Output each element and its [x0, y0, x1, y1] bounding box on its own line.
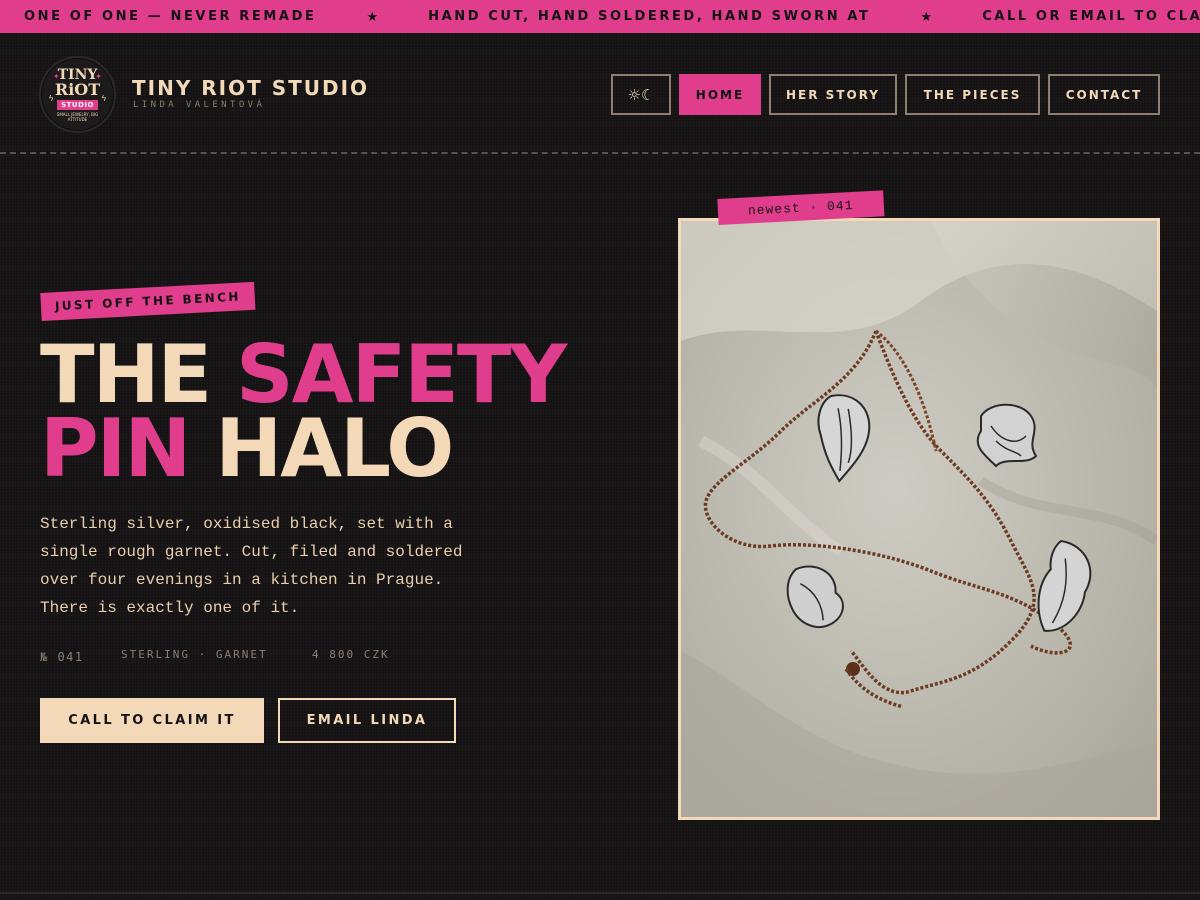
nav-home[interactable]: HOME [679, 74, 761, 115]
jewelry-photo-illustration [681, 221, 1157, 817]
piece-number: № 041 [40, 650, 84, 664]
product-photo [678, 218, 1160, 820]
logo-text: RiOT [54, 79, 101, 99]
logo-tagline: SMALL JEWELRY, BIG ATTITUDE [56, 111, 99, 122]
nav-the-pieces[interactable]: THE PIECES [905, 74, 1040, 115]
logo-badge: STUDIO [57, 99, 98, 110]
call-to-claim-button[interactable]: CALL TO CLAIM IT [40, 698, 264, 743]
brand-subtitle: LINDA VALENTOVÁ [133, 100, 266, 110]
hero-headline: THE SAFETY PIN HALO [40, 335, 660, 489]
headline-word: HALO [215, 402, 454, 495]
star-icon: ★ [366, 8, 379, 24]
brand-title[interactable]: TINY RIOT STUDIO [132, 76, 369, 100]
charm-octopus [976, 403, 1038, 468]
headline-word: PIN [40, 402, 191, 495]
brand-logo[interactable]: ✦ ✦ ϟ ϟ TINY RiOT STUDIO SMALL JEWELRY, … [39, 56, 116, 133]
site-header: ✦ ✦ ϟ ϟ TINY RiOT STUDIO SMALL JEWELRY, … [0, 33, 1200, 154]
lightning-icon: ϟ [101, 94, 106, 103]
ticker-item: CALL OR EMAIL TO CLAIM A [982, 9, 1200, 24]
nav-contact[interactable]: CONTACT [1048, 74, 1160, 115]
section-divider [0, 892, 1200, 894]
star-icon: ✦ [53, 72, 60, 81]
ticker-item: ONE OF ONE — NEVER REMADE [24, 9, 317, 24]
ticker-track: ONE OF ONE — NEVER REMADE ★ HAND CUT, HA… [24, 0, 1200, 33]
star-icon: ★ [920, 8, 933, 24]
nav-her-story[interactable]: HER STORY [769, 74, 897, 115]
piece-price: 4 800 CZK [312, 648, 390, 661]
lightning-icon: ϟ [49, 94, 54, 103]
hero-description: Sterling silver, oxidised black, set wit… [40, 515, 463, 617]
header-divider [0, 152, 1200, 154]
ticker-item: HAND CUT, HAND SOLDERED, HAND SWORN AT [428, 9, 871, 24]
hero-tag: JUST OFF THE BENCH [40, 281, 256, 321]
sun-moon-icon: ☼☾ [627, 85, 655, 104]
piece-materials: STERLING · GARNET [121, 648, 268, 661]
announcement-ticker: ONE OF ONE — NEVER REMADE ★ HAND CUT, HA… [0, 0, 1200, 33]
star-icon: ✦ [95, 72, 102, 81]
email-linda-button[interactable]: EMAIL LINDA [278, 698, 456, 743]
theme-toggle-button[interactable]: ☼☾ [611, 74, 671, 115]
